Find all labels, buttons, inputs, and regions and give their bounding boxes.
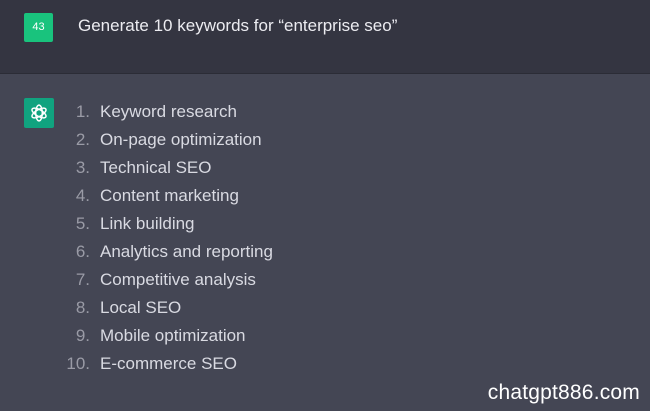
- user-avatar: 43: [24, 13, 53, 42]
- chatgpt-avatar: [24, 98, 54, 128]
- user-prompt-text: Generate 10 keywords for “enterprise seo…: [78, 16, 398, 35]
- list-item-text: E-commerce SEO: [100, 354, 237, 373]
- list-item-number: 8.: [75, 298, 90, 317]
- list-item-text: Analytics and reporting: [100, 242, 273, 261]
- list-item: 10. E-commerce SEO: [56, 350, 273, 378]
- list-item: 3. Technical SEO: [56, 154, 273, 182]
- list-item: 4. Content marketing: [56, 182, 273, 210]
- list-item-number: 4.: [75, 186, 90, 205]
- list-item-text: Technical SEO: [100, 158, 212, 177]
- keyword-list: 1. Keyword research 2. On-page optimizat…: [56, 98, 273, 378]
- list-item-number: 3.: [75, 158, 90, 177]
- openai-logo-icon: [31, 104, 47, 122]
- list-item-number: 5.: [75, 214, 90, 233]
- list-item: 8. Local SEO: [56, 294, 273, 322]
- list-item: 5. Link building: [56, 210, 273, 238]
- list-item-text: Content marketing: [100, 186, 239, 205]
- list-item-text: Link building: [100, 214, 195, 233]
- assistant-message-row: 1. Keyword research 2. On-page optimizat…: [0, 74, 650, 411]
- list-item: 7. Competitive analysis: [56, 266, 273, 294]
- list-item-text: Local SEO: [100, 298, 182, 317]
- list-item-text: Mobile optimization: [100, 326, 246, 345]
- list-item-text: Keyword research: [100, 102, 238, 121]
- list-item-number: 6.: [75, 242, 90, 261]
- list-item-text: On-page optimization: [100, 130, 262, 149]
- list-item-text: Competitive analysis: [100, 270, 256, 289]
- list-item: 6. Analytics and reporting: [56, 238, 273, 266]
- list-item-number: 10.: [66, 354, 90, 373]
- list-item-number: 7.: [75, 270, 90, 289]
- list-item: 2. On-page optimization: [56, 126, 273, 154]
- list-item: 9. Mobile optimization: [56, 322, 273, 350]
- user-message-row: 43 Generate 10 keywords for “enterprise …: [0, 0, 650, 74]
- list-item-number: 9.: [75, 326, 90, 345]
- list-item-number: 1.: [75, 102, 90, 121]
- watermark-text: chatgpt886.com: [487, 381, 640, 404]
- list-item: 1. Keyword research: [56, 98, 273, 126]
- list-item-number: 2.: [75, 130, 90, 149]
